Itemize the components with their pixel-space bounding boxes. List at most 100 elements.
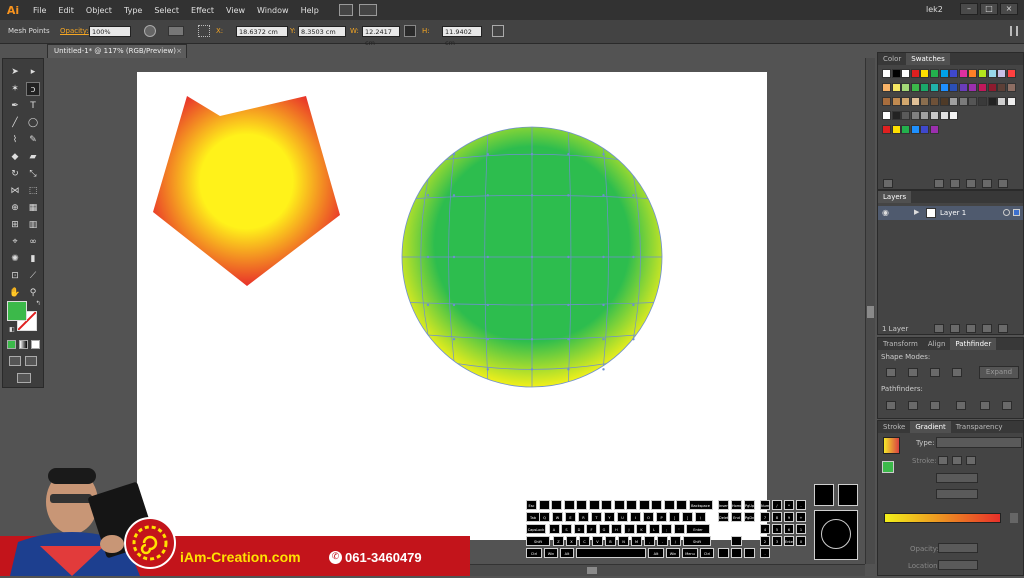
swatch[interactable] (978, 83, 987, 92)
swatch[interactable] (901, 83, 911, 92)
keyboard-key[interactable]: O (643, 512, 654, 522)
swatch[interactable] (958, 97, 968, 106)
stroke-within-icon[interactable] (938, 456, 948, 465)
x-field[interactable]: 18.6372 cm (236, 26, 288, 37)
swatch[interactable] (882, 111, 891, 120)
keyboard-key[interactable]: Enter (784, 536, 794, 546)
symbol-sprayer-tool-icon[interactable]: ✺ (8, 252, 22, 266)
stroke-across-icon[interactable] (966, 456, 976, 465)
keyboard-key[interactable]: Q (539, 512, 550, 522)
swatch[interactable] (920, 111, 930, 120)
tab-transparency[interactable]: Transparency (951, 421, 1008, 433)
gradient-type-select[interactable] (936, 437, 1022, 448)
keyboard-key[interactable]: Enter (686, 524, 710, 534)
default-fill-stroke-icon[interactable]: ◧ (5, 323, 19, 337)
menu-help[interactable]: Help (295, 6, 325, 15)
blend-tool-icon[interactable]: ∞ (26, 235, 40, 249)
keyboard-key[interactable]: Backspace (688, 500, 713, 510)
menu-effect[interactable]: Effect (185, 6, 220, 15)
menu-view[interactable]: View (220, 6, 251, 15)
menu-edit[interactable]: Edit (52, 6, 80, 15)
document-tab[interactable]: Untitled-1* @ 117% (RGB/Preview) × (47, 44, 187, 58)
pencil-tool-icon[interactable]: ✎ (26, 133, 40, 147)
keyboard-key[interactable] (663, 500, 675, 510)
paintbrush-tool-icon[interactable]: ⌇ (8, 133, 22, 147)
keyboard-key[interactable] (538, 500, 550, 510)
keyboard-key[interactable]: ' (673, 524, 685, 534)
swatch[interactable] (1006, 69, 1016, 78)
keyboard-key[interactable]: Esc (526, 500, 537, 510)
swatch[interactable] (910, 125, 920, 134)
hand-tool-icon[interactable]: ✋ (8, 286, 22, 300)
swatch[interactable] (987, 97, 997, 106)
delete-swatch-icon[interactable] (998, 179, 1008, 188)
fill-color-swatch[interactable] (7, 301, 27, 321)
swap-fill-stroke-icon[interactable]: ↰ (31, 297, 45, 311)
keyboard-key[interactable]: U (617, 512, 628, 522)
layer-row[interactable]: ◉ ▶ Layer 1 (878, 206, 1023, 220)
target-icon[interactable] (1003, 209, 1010, 216)
swatch-options-icon[interactable] (950, 179, 960, 188)
keyboard-key[interactable]: Win (544, 548, 558, 558)
keyboard-key[interactable]: 3 (772, 536, 782, 546)
keyboard-key[interactable] (613, 500, 625, 510)
swatch[interactable] (930, 125, 939, 134)
bridge-icon[interactable] (338, 4, 353, 16)
keyboard-key[interactable]: Y (604, 512, 615, 522)
keyboard-key[interactable]: . (657, 536, 668, 546)
gradient-slider[interactable] (884, 513, 1001, 523)
tab-align[interactable]: Align (923, 338, 951, 350)
swatch[interactable] (997, 69, 1007, 78)
maximize-button[interactable]: □ (980, 3, 998, 15)
keyboard-key[interactable]: N (618, 536, 629, 546)
minus-front-icon[interactable] (908, 368, 918, 377)
keyboard-key[interactable]: Win (666, 548, 680, 558)
swatch[interactable] (920, 69, 930, 78)
swatch[interactable] (939, 69, 949, 78)
keyboard-key[interactable]: Ctrl (700, 548, 714, 558)
swatch[interactable] (920, 83, 930, 92)
stop-location-field[interactable] (938, 560, 978, 570)
rotate-tool-icon[interactable]: ↻ (8, 167, 22, 181)
new-swatch-icon[interactable] (982, 179, 992, 188)
swatch[interactable] (1006, 97, 1016, 106)
swatch[interactable] (901, 125, 911, 134)
gradient-mode-icon[interactable] (19, 340, 28, 349)
keyboard-key[interactable]: Alt (560, 548, 574, 558)
swatch[interactable] (987, 83, 997, 92)
keyboard-key[interactable]: Home (731, 500, 742, 510)
keyboard-key[interactable] (601, 500, 612, 510)
keyboard-key[interactable]: , (644, 536, 655, 546)
delete-layer-icon[interactable] (998, 324, 1008, 333)
outline-icon[interactable] (980, 401, 990, 410)
keyboard-key[interactable]: 7 (760, 512, 770, 522)
unite-icon[interactable] (886, 368, 896, 377)
menu-window[interactable]: Window (251, 6, 295, 15)
swatch[interactable] (901, 69, 911, 78)
tab-pathfinder[interactable]: Pathfinder (950, 338, 997, 350)
keyboard-key[interactable]: P (656, 512, 667, 522)
keyboard-key[interactable]: L (648, 524, 660, 534)
swatch[interactable] (949, 83, 959, 92)
eyedropper-tool-icon[interactable]: ⌖ (8, 235, 22, 249)
keyboard-key[interactable]: 0 (796, 536, 806, 546)
tab-stroke[interactable]: Stroke (878, 421, 910, 433)
close-document-icon[interactable]: × (176, 45, 182, 58)
swatch[interactable] (930, 69, 939, 78)
swatch[interactable] (930, 111, 939, 120)
menu-file[interactable]: File (27, 6, 52, 15)
keyboard-key[interactable]: End (731, 512, 742, 522)
keyboard-key[interactable]: F (586, 524, 597, 534)
vertical-scroll-thumb[interactable] (867, 306, 874, 318)
swatch[interactable] (901, 97, 911, 106)
swatch[interactable] (930, 97, 939, 106)
keyboard-key[interactable]: \ (695, 512, 706, 522)
keyboard-key[interactable] (651, 500, 662, 510)
keyboard-key[interactable]: . (760, 548, 770, 558)
keyboard-key[interactable] (731, 548, 742, 558)
free-transform-tool-icon[interactable]: ⬚ (26, 184, 40, 198)
keyboard-key[interactable] (576, 548, 646, 558)
new-layer-icon[interactable] (982, 324, 992, 333)
h-field[interactable]: 11.9402 cm (442, 26, 482, 47)
keyboard-key[interactable]: Tab (526, 512, 540, 522)
